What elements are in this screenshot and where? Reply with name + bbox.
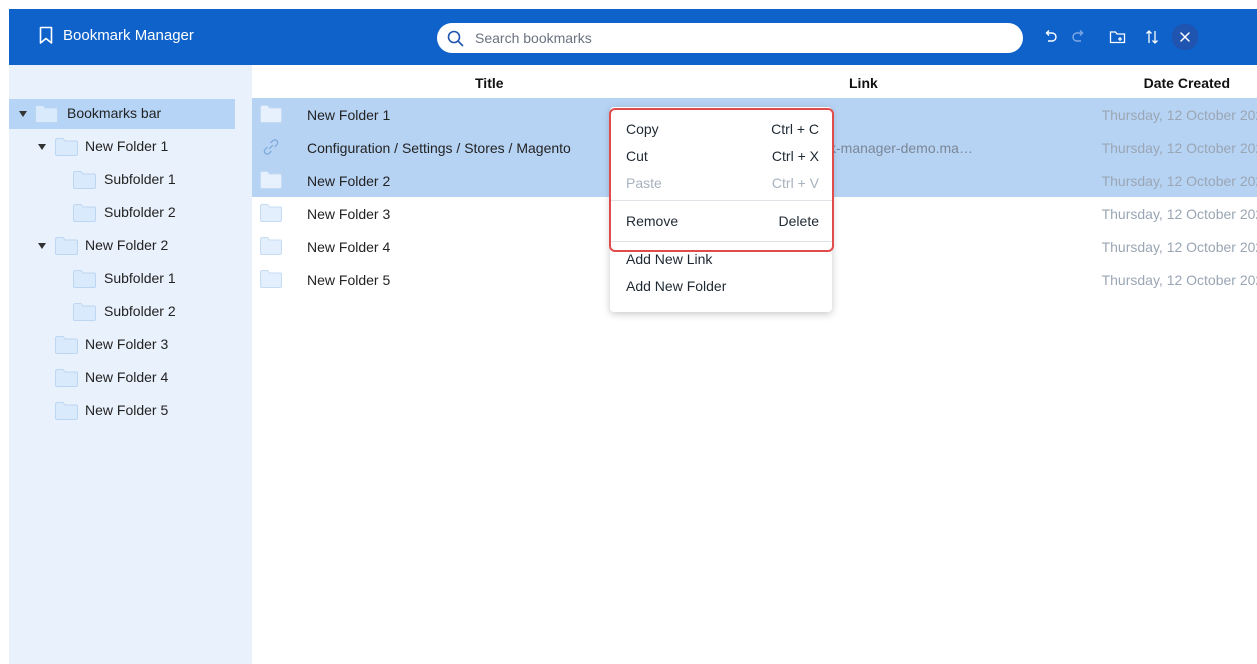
folder-icon (73, 171, 96, 189)
column-header-date[interactable]: Date Created (1144, 75, 1230, 91)
folder-icon (73, 270, 96, 288)
tree-item-subfolder-1[interactable]: Subfolder 1 (9, 264, 252, 294)
folder-tree-sidebar: Bookmarks bar New Folder 1 Subfolder 1 S… (9, 65, 253, 664)
sort-icon[interactable] (1140, 25, 1164, 49)
row-title: New Folder 5 (307, 272, 391, 288)
tree-item-label: Bookmarks bar (67, 105, 162, 121)
app-brand: Bookmark Manager (39, 26, 194, 45)
tree-item-bookmarks-bar[interactable]: Bookmarks bar (9, 99, 235, 129)
folder-icon (55, 138, 78, 156)
close-icon[interactable] (1172, 24, 1198, 50)
bookmark-list: Title Link Date Created New Folder 1 Thu… (252, 65, 1257, 664)
menu-item-shortcut: Ctrl + C (771, 121, 819, 137)
app-title: Bookmark Manager (63, 27, 194, 44)
folder-icon (260, 237, 282, 255)
column-header-title[interactable]: Title (475, 75, 504, 91)
search-icon (447, 29, 465, 47)
column-header-link[interactable]: Link (849, 75, 878, 91)
row-date: Thursday, 12 October 2023 (1101, 206, 1257, 222)
row-date: Thursday, 12 October 2023 (1101, 140, 1257, 156)
menu-item-label: Cut (626, 148, 648, 164)
menu-divider (610, 200, 832, 201)
tree-item-subfolder-1[interactable]: Subfolder 1 (9, 165, 252, 195)
folder-icon (260, 105, 282, 123)
tree-item-label: New Folder 1 (85, 138, 169, 154)
menu-divider (610, 241, 832, 242)
row-title: New Folder 2 (307, 173, 391, 189)
row-title: Configuration / Settings / Stores / Mage… (307, 140, 571, 156)
tree-item-new-folder-2[interactable]: New Folder 2 (9, 231, 252, 261)
menu-item-label: Remove (626, 213, 679, 229)
row-title: New Folder 1 (307, 107, 391, 123)
folder-icon (55, 237, 78, 255)
row-date: Thursday, 12 October 2023 (1101, 239, 1257, 255)
caret-down-icon[interactable] (19, 111, 27, 117)
tree-item-label: Subfolder 2 (104, 204, 176, 220)
redo-icon[interactable] (1067, 25, 1091, 49)
undo-icon[interactable] (1038, 25, 1062, 49)
new-folder-icon[interactable] (1106, 25, 1130, 49)
menu-item-label: Paste (626, 175, 662, 191)
link-icon (263, 139, 279, 155)
tree-item-label: Subfolder 1 (104, 270, 176, 286)
bookmark-manager-app: Bookmark Manager Bookmarks bar (9, 9, 1257, 664)
folder-icon (55, 336, 78, 354)
row-title: New Folder 4 (307, 239, 391, 255)
caret-down-icon[interactable] (38, 144, 46, 150)
menu-item-shortcut: Ctrl + X (771, 148, 819, 164)
tree-item-new-folder-4[interactable]: New Folder 4 (9, 363, 252, 393)
app-header: Bookmark Manager (9, 9, 1257, 65)
caret-down-icon[interactable] (38, 243, 46, 249)
tree-item-label: New Folder 5 (85, 402, 169, 418)
context-menu: Copy Ctrl + C Cut Ctrl + X Paste Ctrl + … (610, 107, 832, 312)
folder-icon (55, 402, 78, 420)
search-box[interactable] (437, 23, 1023, 53)
row-date: Thursday, 12 October 2023 (1101, 173, 1257, 189)
tree-item-subfolder-2[interactable]: Subfolder 2 (9, 297, 252, 327)
menu-item-paste[interactable]: Paste Ctrl + V (610, 169, 832, 196)
folder-icon (260, 270, 282, 288)
folder-icon (35, 105, 58, 123)
tree-item-label: New Folder 4 (85, 369, 169, 385)
tree-item-label: New Folder 2 (85, 237, 169, 253)
menu-item-shortcut: Delete (778, 213, 819, 229)
row-date: Thursday, 12 October 2023 (1101, 272, 1257, 288)
tree-item-label: Subfolder 2 (104, 303, 176, 319)
folder-icon (73, 303, 96, 321)
menu-item-label: Add New Folder (626, 278, 727, 294)
row-link: k-manager-demo.ma… (829, 140, 973, 156)
tree-item-new-folder-1[interactable]: New Folder 1 (9, 132, 252, 162)
menu-item-add-new-link[interactable]: Add New Link (610, 245, 832, 272)
menu-item-label: Add New Link (626, 251, 713, 267)
menu-item-shortcut: Ctrl + V (771, 175, 819, 191)
row-title: New Folder 3 (307, 206, 391, 222)
menu-item-remove[interactable]: Remove Delete (610, 207, 832, 234)
tree-item-label: New Folder 3 (85, 336, 169, 352)
folder-icon (260, 204, 282, 222)
folder-icon (55, 369, 78, 387)
menu-item-copy[interactable]: Copy Ctrl + C (610, 115, 832, 142)
menu-item-cut[interactable]: Cut Ctrl + X (610, 142, 832, 169)
tree-item-label: Subfolder 1 (104, 171, 176, 187)
tree-item-new-folder-3[interactable]: New Folder 3 (9, 330, 252, 360)
menu-item-label: Copy (626, 121, 659, 137)
search-input[interactable] (473, 29, 997, 47)
tree-item-new-folder-5[interactable]: New Folder 5 (9, 396, 252, 426)
tree-item-subfolder-2[interactable]: Subfolder 2 (9, 198, 252, 228)
folder-icon (260, 171, 282, 189)
menu-item-add-new-folder[interactable]: Add New Folder (610, 272, 832, 299)
bookmark-icon (39, 26, 53, 45)
folder-icon (73, 204, 96, 222)
row-date: Thursday, 12 October 2023 (1101, 107, 1257, 123)
